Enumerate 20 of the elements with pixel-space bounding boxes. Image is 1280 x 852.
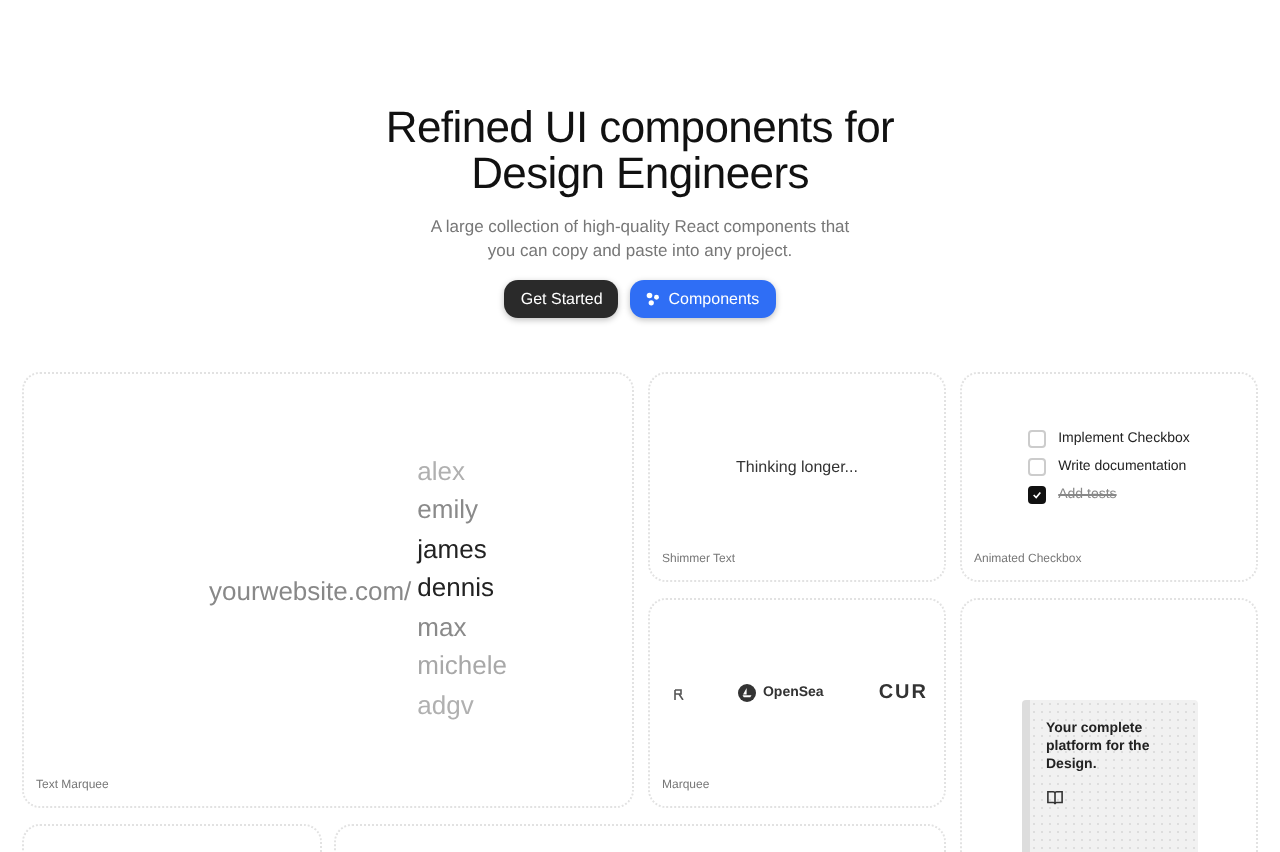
name-text: michele [417,648,507,685]
logo-text: CUR [878,682,928,704]
name-text: dennis [417,570,496,607]
name-text: adgv [417,687,476,724]
hero-subtitle: A large collection of high-quality React components that you can copy and paste into any project. [430,216,850,262]
boat-logo-icon [738,684,757,702]
check-icon [1032,490,1043,500]
components-icon [646,292,661,306]
shimmer-text: Thinking longer... [736,458,858,476]
partial-logo-icon [674,687,684,699]
get-started-button[interactable]: Get Started [504,280,619,318]
name-text: alex [417,453,468,490]
checkbox[interactable] [1028,486,1047,504]
url-prefix: yourwebsite.com/ [209,575,412,605]
name-text: james [417,531,489,568]
hero-title: Refined UI components for Design Engineers [385,104,895,196]
name-text: max [417,609,469,646]
book-icon [1046,790,1064,806]
components-button[interactable]: Components [630,280,776,318]
name-text: emily [417,492,481,529]
